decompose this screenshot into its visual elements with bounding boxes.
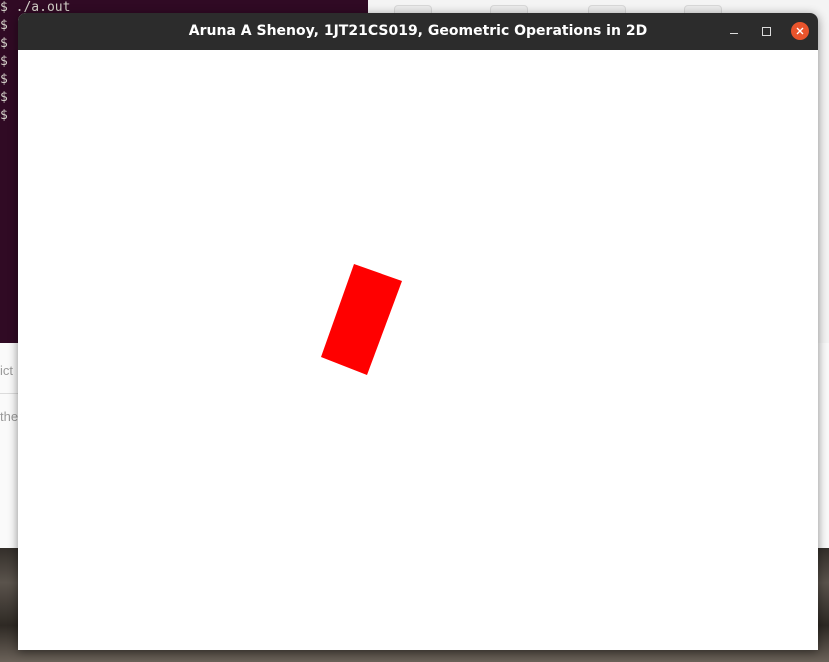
background-window-text: ict: [0, 363, 13, 378]
terminal-line: $: [0, 90, 8, 105]
maximize-button[interactable]: [757, 22, 775, 40]
background-window-text: the: [0, 409, 19, 424]
red-rectangle: [321, 264, 402, 375]
terminal-line: $: [0, 36, 8, 51]
window-title: Aruna A Shenoy, 1JT21CS019, Geometric Op…: [188, 23, 648, 39]
drawing-canvas[interactable]: [18, 50, 818, 650]
minimize-button[interactable]: [725, 22, 743, 40]
terminal-line: $: [0, 72, 8, 87]
maximize-icon: [761, 26, 771, 36]
terminal-line: $: [0, 108, 8, 123]
divider: [0, 393, 20, 394]
title-bar[interactable]: Aruna A Shenoy, 1JT21CS019, Geometric Op…: [18, 13, 818, 50]
close-icon: [791, 22, 809, 40]
application-window[interactable]: Aruna A Shenoy, 1JT21CS019, Geometric Op…: [18, 13, 818, 650]
terminal-line: $: [0, 54, 8, 69]
minimize-icon: [730, 32, 738, 34]
terminal-line: $: [0, 18, 8, 33]
close-button[interactable]: [791, 22, 809, 40]
